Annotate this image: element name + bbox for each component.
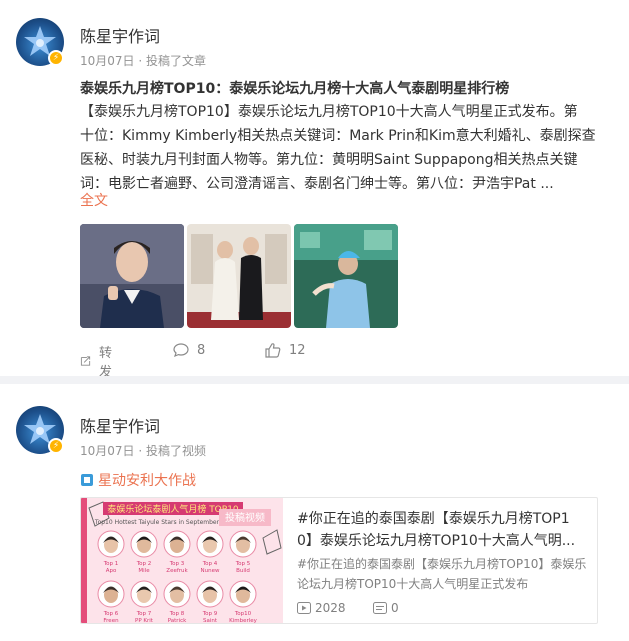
rank-label: Top 9 <box>202 611 218 617</box>
repost-button[interactable]: 转发 <box>80 342 117 380</box>
rank-name: PP Krit <box>135 618 154 623</box>
topic-link[interactable]: 星动安利大作战 <box>80 470 196 490</box>
post-image[interactable] <box>80 224 184 328</box>
post-body-line: 十位：Kimmy Kimberly相关热点关键词：Mark Prin和Kim意大… <box>80 128 596 144</box>
article-title[interactable]: 泰娱乐九月榜TOP10：泰娱乐论坛九月榜十大高人气泰剧明星排行榜 <box>80 78 509 98</box>
thumb-badge: 投稿视频 <box>225 511 265 524</box>
post-meta: 10月07日 · 投稿了文章 <box>80 54 206 68</box>
video-description: #你正在追的泰国泰剧【泰娱乐九月榜TOP10】泰娱乐 论坛九月榜TOP10十大高… <box>297 554 587 594</box>
rank-label: Top 2 <box>136 561 152 567</box>
rank-label: Top 5 <box>235 561 251 567</box>
rank-name: Patrick <box>168 618 187 623</box>
rank-name: Zeefruk <box>166 568 188 574</box>
rank-label: Top 3 <box>169 561 185 567</box>
post-image[interactable] <box>187 224 291 328</box>
topic-icon <box>81 474 93 486</box>
comment-count: 8 <box>197 342 206 358</box>
video-desc-line: #你正在追的泰国泰剧【泰娱乐九月榜TOP10】泰娱乐 <box>297 557 587 571</box>
rank-label: Top 7 <box>136 611 152 617</box>
post-card: ⚡ 陈星宇作词 10月07日 · 投稿了视频 星动安利大作战 泰娱乐论坛泰剧人气… <box>0 384 629 641</box>
rank-label: Top 4 <box>202 561 218 567</box>
repost-label: 转发 <box>99 346 113 380</box>
rank-name: Mile <box>138 568 150 574</box>
post-card: ⚡ 陈星宇作词 10月07日 · 投稿了文章 泰娱乐九月榜TOP10：泰娱乐论坛… <box>0 0 629 380</box>
danmaku-count-value: 0 <box>391 601 399 615</box>
post-body-line: 【泰娱乐九月榜TOP10】泰娱乐论坛九月榜TOP10十大高人气明星正式发布。第 <box>80 104 578 120</box>
video-title-line: 0】泰娱乐论坛九月榜TOP10十大高人气明... <box>297 533 576 549</box>
play-count-value: 2028 <box>315 601 346 615</box>
post-separator <box>0 376 629 384</box>
play-count: 2028 <box>297 601 346 615</box>
rank-name: Kimberley <box>229 618 258 623</box>
verified-badge-icon: ⚡ <box>48 438 64 454</box>
author-name[interactable]: 陈星宇作词 <box>80 413 160 437</box>
verified-badge-icon: ⚡ <box>48 50 64 66</box>
play-icon <box>297 602 311 614</box>
post-meta: 10月07日 · 投稿了视频 <box>80 444 206 458</box>
video-desc-line: 论坛九月榜TOP10十大高人气明星正式发布 <box>297 577 529 591</box>
post-image[interactable] <box>294 224 398 328</box>
thumb-subheader: Top10 Hottest Taiyule Stars in September <box>94 519 220 526</box>
like-button[interactable]: 12 <box>265 342 306 358</box>
author-name[interactable]: 陈星宇作词 <box>80 23 160 47</box>
rank-name: Nunew <box>201 568 220 574</box>
post-body-line: 词：电影亡者遍野、公司澄清谣言、泰剧名门绅士等。第八位：尹浩宇Pat ... <box>80 176 554 192</box>
rank-name: Apo <box>106 568 117 574</box>
video-title[interactable]: #你正在追的泰国泰剧【泰娱乐九月榜TOP1 0】泰娱乐论坛九月榜TOP10十大高… <box>297 508 587 552</box>
rank-name: Freen <box>103 618 119 623</box>
full-text-link[interactable]: 全文 <box>80 190 108 210</box>
post-body-line: 医秘、时装九月刊封面人物等。第九位：黄明明Saint Suppapong相关热点… <box>80 152 578 168</box>
video-thumbnail[interactable]: 泰娱乐论坛泰剧人气月榜 TOP10 Top10 Hottest Taiyule … <box>81 498 283 623</box>
rank-label: Top 1 <box>103 561 119 567</box>
rank-label: Top10 <box>234 611 252 617</box>
danmaku-count: 0 <box>373 601 399 615</box>
comment-icon <box>173 343 189 358</box>
topic-label: 星动安利大作战 <box>98 473 196 489</box>
video-card[interactable]: 泰娱乐论坛泰剧人气月榜 TOP10 Top10 Hottest Taiyule … <box>80 497 598 624</box>
rank-label: Top 6 <box>103 611 119 617</box>
video-title-line: #你正在追的泰国泰剧【泰娱乐九月榜TOP1 <box>297 511 570 527</box>
comment-button[interactable]: 8 <box>173 342 205 358</box>
rank-name: Saint <box>203 618 218 623</box>
thumbs-up-icon <box>265 343 281 358</box>
danmaku-icon <box>373 602 387 614</box>
rank-name: Build <box>236 568 250 574</box>
repost-icon <box>80 356 91 366</box>
rank-label: Top 8 <box>169 611 185 617</box>
like-count: 12 <box>289 342 306 358</box>
post-body: 【泰娱乐九月榜TOP10】泰娱乐论坛九月榜TOP10十大高人气明星正式发布。第 … <box>80 100 600 196</box>
